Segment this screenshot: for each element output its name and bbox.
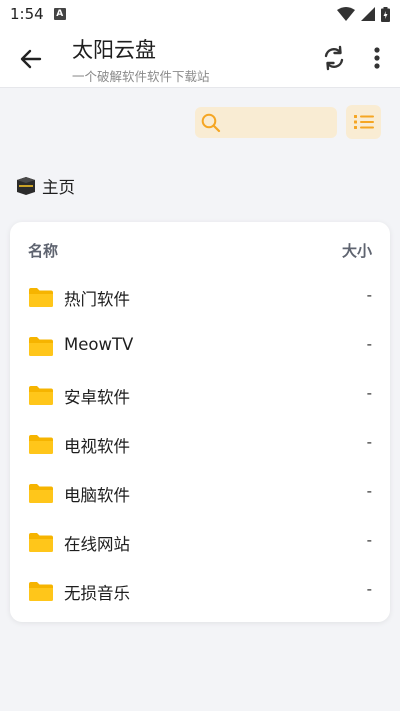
more-vert-icon[interactable]	[364, 44, 390, 72]
notification-icon: A	[53, 8, 66, 20]
folder-icon	[29, 337, 53, 356]
file-name: 热门软件	[64, 290, 130, 309]
file-name: MeowTV	[64, 335, 134, 354]
search-icon	[201, 113, 221, 132]
table-row[interactable]: 电脑软件 -	[10, 470, 390, 516]
battery-icon	[381, 6, 390, 22]
list-view-button[interactable]	[346, 105, 381, 139]
app-bar: 太阳云盘 一个破解软件软件下载站	[0, 28, 400, 88]
signal-icon	[361, 7, 375, 21]
file-name: 电脑软件	[64, 486, 130, 505]
column-header-size[interactable]: 大小	[342, 240, 372, 261]
file-list-card: 名称 大小 热门软件 - MeowTV - 安卓软件 - 电视软件 - 电脑软件 - 在线网站 - 无损…	[10, 222, 390, 622]
table-header: 名称 大小	[10, 222, 390, 274]
folder-icon	[29, 533, 53, 552]
folder-icon	[29, 386, 53, 405]
file-size: -	[366, 433, 372, 451]
file-size: -	[366, 580, 372, 598]
file-size: -	[366, 482, 372, 500]
back-arrow-icon[interactable]	[18, 46, 44, 72]
wifi-icon	[337, 7, 355, 21]
folder-icon	[29, 484, 53, 503]
file-name: 在线网站	[64, 535, 130, 554]
refresh-icon[interactable]	[320, 44, 348, 72]
folder-icon	[29, 435, 53, 454]
column-header-name[interactable]: 名称	[28, 240, 58, 261]
page-title: 太阳云盘	[72, 38, 156, 62]
search-input[interactable]	[225, 110, 325, 135]
file-name: 无损音乐	[64, 584, 130, 603]
status-time: 1:54	[10, 5, 44, 23]
table-row[interactable]: 在线网站 -	[10, 519, 390, 565]
breadcrumb[interactable]: 主页	[16, 174, 75, 198]
search-box[interactable]	[195, 107, 337, 138]
table-row[interactable]: 安卓软件 -	[10, 372, 390, 418]
table-row[interactable]: MeowTV -	[10, 323, 390, 369]
file-size: -	[366, 335, 372, 353]
file-size: -	[366, 531, 372, 549]
file-name: 电视软件	[64, 437, 130, 456]
home-logo-icon	[17, 177, 35, 195]
folder-icon	[29, 288, 53, 307]
folder-icon	[29, 582, 53, 601]
table-row[interactable]: 热门软件 -	[10, 274, 390, 320]
page-subtitle: 一个破解软件软件下载站	[72, 69, 210, 84]
file-name: 安卓软件	[64, 388, 130, 407]
status-bar: 1:54 A	[0, 0, 400, 28]
breadcrumb-home[interactable]: 主页	[42, 174, 75, 198]
table-row[interactable]: 无损音乐 -	[10, 568, 390, 614]
list-icon	[353, 115, 374, 129]
table-row[interactable]: 电视软件 -	[10, 421, 390, 467]
file-size: -	[366, 384, 372, 402]
file-size: -	[366, 286, 372, 304]
